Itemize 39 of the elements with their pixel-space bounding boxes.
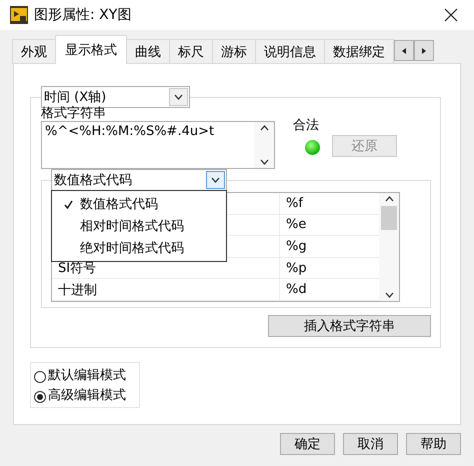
chevron-down-icon bbox=[211, 177, 220, 183]
table-cell-text: %e bbox=[285, 216, 308, 234]
tab[interactable]: 显示格式 bbox=[55, 35, 127, 64]
valid-label: 合法 bbox=[293, 117, 320, 134]
dialog-button[interactable]: 帮助 bbox=[406, 433, 461, 455]
scroll-right-button[interactable] bbox=[414, 40, 434, 61]
radio-option[interactable]: 默认编辑模式 bbox=[34, 366, 136, 384]
tab[interactable]: 数据绑定 bbox=[324, 39, 394, 64]
table-cell-text: %d bbox=[285, 281, 308, 300]
scrollbar-thumb[interactable] bbox=[381, 206, 397, 230]
scroll-left-button[interactable] bbox=[394, 40, 414, 61]
radio-option[interactable]: 高级编辑模式 bbox=[34, 386, 136, 404]
table-cell: SI符号 bbox=[52, 258, 280, 278]
scrollbar[interactable] bbox=[379, 193, 399, 301]
table-cell-text: %f bbox=[285, 194, 304, 213]
format-string-label: 格式字符串 bbox=[41, 107, 107, 121]
window-title: 图形属性: XY图 bbox=[34, 6, 132, 24]
chevron-up-icon bbox=[260, 125, 268, 131]
table-cell: 十进制 bbox=[52, 279, 280, 300]
chevron-down-icon bbox=[260, 159, 268, 165]
close-icon[interactable] bbox=[444, 8, 458, 22]
app-icon bbox=[10, 6, 28, 24]
scrollbar[interactable] bbox=[254, 122, 274, 168]
dialog-button[interactable]: 取消 bbox=[343, 433, 398, 455]
tab[interactable]: 外观 bbox=[12, 39, 56, 64]
dialog-button[interactable]: 确定 bbox=[280, 433, 335, 455]
chevron-down-icon bbox=[384, 292, 394, 298]
code-type-dropdown[interactable]: 数值格式代码 bbox=[51, 169, 227, 191]
triangle-right-icon bbox=[422, 48, 426, 54]
table-cell-text: %p bbox=[285, 260, 308, 278]
chevron-up-icon bbox=[384, 196, 394, 202]
triangle-left-icon bbox=[402, 48, 406, 54]
table-cell-text: %g bbox=[285, 238, 308, 256]
chevron-down-icon bbox=[174, 94, 183, 100]
format-string-field[interactable]: %^<%H:%M:%S%#.4u>t bbox=[41, 121, 275, 169]
menu-item[interactable]: 绝对时间格式代码 bbox=[52, 237, 226, 259]
menu-item[interactable]: 数值格式代码 bbox=[52, 193, 226, 215]
menu-item[interactable]: 相对时间格式代码 bbox=[52, 215, 226, 237]
insert-format-button[interactable]: 插入格式字符串 bbox=[268, 315, 431, 337]
